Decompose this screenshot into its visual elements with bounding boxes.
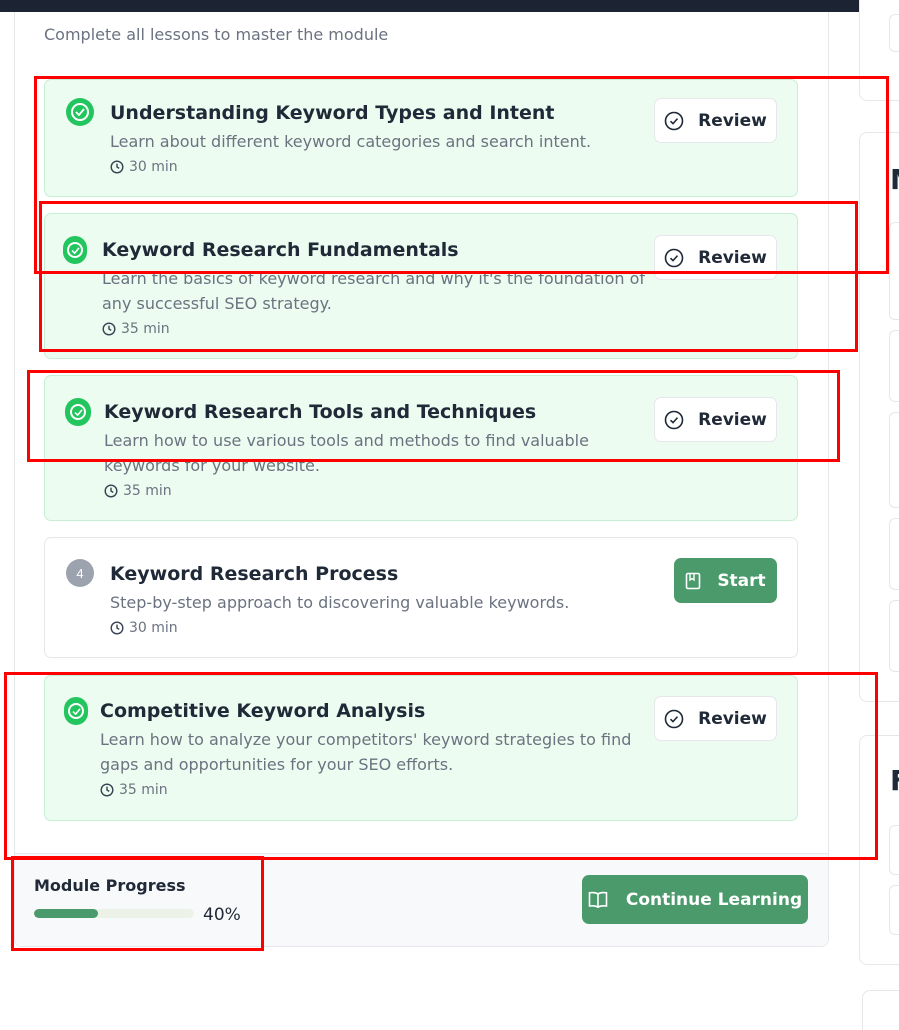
lesson-duration: 30 min xyxy=(110,620,178,636)
lesson-duration: 35 min xyxy=(100,782,168,798)
continue-learning-button[interactable]: Continue Learning xyxy=(582,875,808,924)
lesson-card-4: 4 Keyword Research Process Step-by-step … xyxy=(44,537,798,658)
start-button[interactable]: Start xyxy=(674,558,777,603)
check-circle-icon xyxy=(664,410,684,429)
completed-check-icon xyxy=(66,98,94,126)
lesson-card-1: Understanding Keyword Types and Intent L… xyxy=(44,79,798,197)
review-button[interactable]: Review xyxy=(654,235,777,280)
sidebar-resource-item[interactable] xyxy=(889,825,899,875)
lesson-description: Learn how to use various tools and metho… xyxy=(104,431,589,475)
lesson-duration-text: 30 min xyxy=(129,620,178,636)
lesson-description: Learn about different keyword categories… xyxy=(110,132,592,151)
module-subtitle: Complete all lessons to master the modul… xyxy=(44,25,389,44)
lesson-title: Competitive Keyword Analysis xyxy=(100,700,426,722)
review-button[interactable]: Review xyxy=(654,696,777,741)
lesson-description: Step-by-step approach to discovering val… xyxy=(110,593,570,612)
sidebar-module-item[interactable] xyxy=(889,412,899,508)
module-progress-bar xyxy=(34,909,194,918)
sidebar-module-item[interactable] xyxy=(889,600,899,672)
lesson-card-2: Keyword Research Fundamentals Learn the … xyxy=(44,213,798,359)
clock-icon xyxy=(100,783,114,797)
clock-icon xyxy=(104,484,118,498)
module-progress-percent: 40% xyxy=(203,905,241,925)
lesson-card-5: Competitive Keyword Analysis Learn how t… xyxy=(44,675,798,821)
review-button-label: Review xyxy=(698,708,767,729)
browser-top-bar xyxy=(0,0,899,12)
lesson-duration-text: 35 min xyxy=(119,782,168,798)
continue-learning-label: Continue Learning xyxy=(625,889,803,910)
sidebar-module-item[interactable] xyxy=(889,518,899,590)
sidebar-card-heading: M xyxy=(890,163,899,196)
clock-icon xyxy=(102,322,116,336)
lesson-title: Keyword Research Fundamentals xyxy=(102,239,459,261)
completed-check-icon xyxy=(64,697,88,725)
lesson-description: Learn the basics of keyword research and… xyxy=(102,269,646,313)
sidebar-card-heading: F xyxy=(890,764,899,797)
lesson-duration: 35 min xyxy=(104,483,172,499)
lesson-description: Learn how to analyze your competitors' k… xyxy=(100,730,632,774)
lesson-number-badge: 4 xyxy=(66,559,94,587)
check-circle-icon xyxy=(664,111,684,130)
lesson-duration-text: 35 min xyxy=(123,483,172,499)
sidebar-module-item[interactable] xyxy=(889,222,899,320)
clock-icon xyxy=(110,160,124,174)
open-book-icon xyxy=(588,891,608,908)
check-circle-icon xyxy=(664,709,684,728)
sidebar-module-item[interactable] xyxy=(889,330,899,402)
lesson-duration: 30 min xyxy=(110,159,178,175)
book-icon xyxy=(686,572,701,589)
lesson-title: Understanding Keyword Types and Intent xyxy=(110,102,555,124)
check-circle-icon xyxy=(664,248,684,267)
review-button-label: Review xyxy=(698,247,767,268)
lesson-card-3: Keyword Research Tools and Techniques Le… xyxy=(44,375,798,521)
module-progress-label: Module Progress xyxy=(34,876,186,895)
module-progress-fill xyxy=(34,909,98,918)
completed-check-icon xyxy=(63,236,87,264)
clock-icon xyxy=(110,621,124,635)
lesson-duration: 35 min xyxy=(102,321,170,337)
review-button-label: Review xyxy=(698,110,767,131)
lesson-title: Keyword Research Tools and Techniques xyxy=(104,401,537,423)
sidebar-resource-item[interactable] xyxy=(889,885,899,935)
review-button-label: Review xyxy=(698,409,767,430)
completed-check-icon xyxy=(65,398,91,426)
start-button-label: Start xyxy=(717,570,766,591)
sidebar-card-bottom xyxy=(862,990,899,1030)
lesson-duration-text: 35 min xyxy=(121,321,170,337)
lesson-title: Keyword Research Process xyxy=(110,563,399,585)
review-button[interactable]: Review xyxy=(654,98,777,143)
sidebar-tile xyxy=(889,14,899,52)
lesson-duration-text: 30 min xyxy=(129,159,178,175)
review-button[interactable]: Review xyxy=(654,397,777,442)
